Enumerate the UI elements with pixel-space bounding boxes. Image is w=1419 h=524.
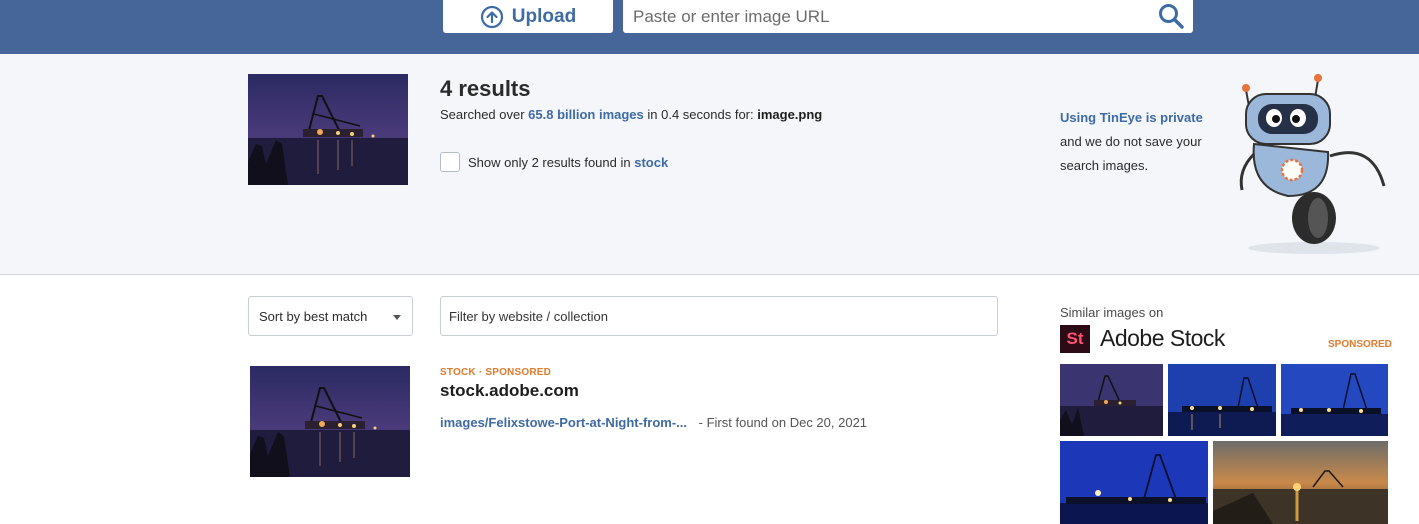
- sort-dropdown[interactable]: Sort by best match: [248, 296, 413, 336]
- url-search-box: [623, 0, 1193, 33]
- adobe-stock-logo[interactable]: St: [1060, 325, 1090, 353]
- search-filename: image.png: [757, 107, 823, 122]
- stock-link[interactable]: stock: [634, 155, 668, 170]
- result-first-found: - First found on Dec 20, 2021: [698, 415, 868, 430]
- search-stats-prefix: Searched over: [440, 107, 529, 122]
- stock-filter: Show only 2 results found in stock: [440, 152, 668, 172]
- privacy-line-3: search images.: [1060, 158, 1149, 173]
- tag-sponsored: SPONSORED: [485, 367, 552, 378]
- search-stats-middle: in 0.4 seconds for:: [643, 107, 758, 122]
- stock-only-checkbox[interactable]: [440, 152, 460, 172]
- upload-label: Upload: [511, 5, 577, 27]
- index-size-link[interactable]: 65.8 billion images: [528, 107, 644, 122]
- stock-thumbnail[interactable]: [1060, 364, 1163, 436]
- privacy-line-2: and we do not save your: [1060, 134, 1202, 149]
- search-stats: Searched over 65.8 billion images in 0.4…: [440, 107, 822, 122]
- chevron-down-icon: [393, 315, 401, 320]
- results-summary: 4 results Searched over 65.8 billion ima…: [0, 54, 1419, 275]
- privacy-link[interactable]: Using TinEye is private: [1060, 106, 1203, 130]
- tineye-robot-mascot: [1239, 74, 1386, 254]
- stock-filter-label: Show only 2 results found in stock: [468, 155, 668, 170]
- url-input[interactable]: [623, 0, 1143, 33]
- sidebar-sponsored-label: SPONSORED: [1328, 339, 1392, 350]
- upload-icon: [480, 5, 503, 28]
- result-tags: STOCK · SPONSORED: [440, 367, 551, 378]
- result-thumbnail[interactable]: [250, 366, 410, 477]
- result-match-line: images/Felixstowe-Port-at-Night-from-...…: [440, 415, 867, 430]
- stock-thumbnail[interactable]: [1281, 364, 1388, 436]
- sort-label: Sort by best match: [259, 308, 368, 324]
- similar-images-label: Similar images on: [1060, 305, 1164, 320]
- website-filter-input[interactable]: [440, 296, 998, 336]
- adobe-stock-brand[interactable]: Adobe Stock: [1100, 325, 1225, 352]
- query-image-thumbnail: [248, 74, 408, 185]
- privacy-note: Using TinEye is private and we do not sa…: [1060, 106, 1203, 178]
- stock-filter-prefix: Show only 2 results found in: [468, 154, 635, 170]
- stock-thumbnail[interactable]: [1060, 441, 1208, 524]
- top-bar: Upload: [0, 0, 1419, 54]
- tag-separator: ·: [478, 367, 483, 378]
- search-icon[interactable]: [1157, 2, 1185, 30]
- stock-thumbnail[interactable]: [1213, 441, 1388, 524]
- tag-stock: STOCK: [440, 367, 476, 378]
- stock-thumbnail[interactable]: [1168, 364, 1276, 436]
- results-count: 4 results: [440, 76, 531, 101]
- result-image-link[interactable]: images/Felixstowe-Port-at-Night-from-...: [440, 415, 687, 430]
- upload-button[interactable]: Upload: [443, 0, 613, 33]
- result-domain: stock.adobe.com: [440, 381, 579, 400]
